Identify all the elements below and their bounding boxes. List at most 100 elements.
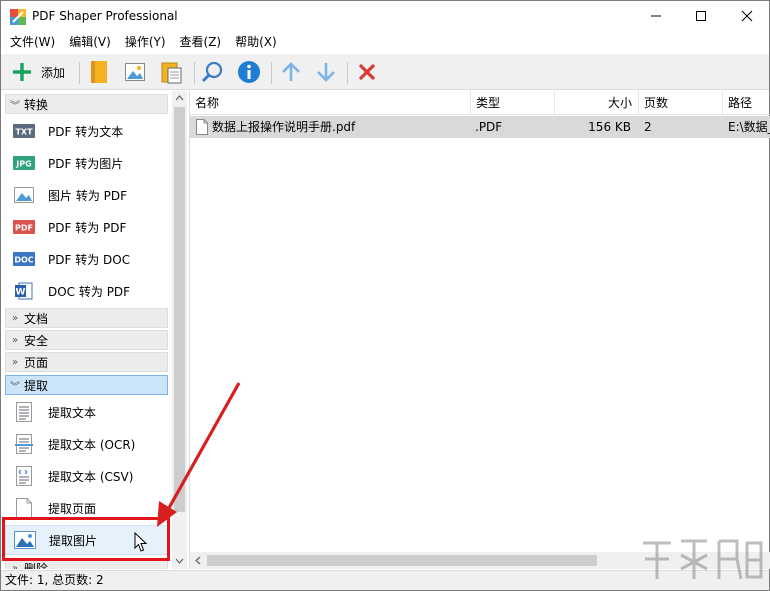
move-up-button[interactable] — [280, 59, 302, 85]
column-header-size[interactable]: 大小 — [555, 91, 639, 115]
annotation-arrow — [157, 382, 241, 527]
file-pages: 2 — [644, 120, 652, 134]
section-label: 页面 — [24, 355, 49, 370]
menu-file[interactable]: 文件(W) — [3, 32, 62, 52]
paste-button[interactable] — [161, 59, 183, 85]
section-label: 文档 — [24, 311, 49, 326]
section-pages[interactable]: » 页面 — [5, 352, 168, 372]
plus-icon — [13, 63, 31, 81]
maximize-icon — [696, 11, 706, 21]
sidebar-item-label: PDF 转为文本 — [48, 124, 124, 139]
doc-icon: DOC — [13, 250, 35, 268]
chevron-down-icon: ︾ — [10, 100, 20, 112]
sidebar-item-label: 提取文本 (OCR) — [48, 437, 136, 452]
info-button[interactable] — [237, 59, 261, 85]
move-down-button[interactable] — [315, 59, 337, 85]
bookmark-button[interactable] — [89, 59, 109, 85]
file-path: E:\数据_ — [728, 120, 770, 134]
sidebar-item-pdf-to-image[interactable]: JPG PDF 转为图片 — [5, 148, 168, 178]
sidebar-item-doc-to-pdf[interactable]: W DOC 转为 PDF — [5, 276, 168, 306]
section-label: 提取 — [24, 378, 49, 393]
maximize-button[interactable] — [678, 1, 724, 31]
sidebar-item-pdf-to-text[interactable]: TXT PDF 转为文本 — [5, 116, 168, 146]
svg-text:TXT: TXT — [15, 128, 33, 137]
sidebar-item-image-to-pdf[interactable]: 图片 转为 PDF — [5, 180, 168, 210]
status-text: 文件: 1, 总页数: 2 — [5, 573, 104, 587]
table-row[interactable]: 数据上报操作说明手册.pdf .PDF 156 KB 2 E:\数据_ — [190, 116, 770, 138]
sidebar-item-label: DOC 转为 PDF — [48, 284, 131, 299]
highlight-box — [2, 517, 170, 561]
toolbar-separator — [194, 62, 195, 84]
sidebar-item-label: 提取文本 (CSV) — [48, 469, 134, 484]
sidebar-item-label: PDF 转为 PDF — [48, 220, 127, 235]
arrow-up-icon — [282, 62, 300, 81]
sidebar-item-extract-text[interactable]: 提取文本 — [5, 397, 168, 427]
column-header-path[interactable]: 路径 — [723, 91, 770, 115]
sidebar-item-label: 图片 转为 PDF — [48, 188, 128, 203]
csv-icon — [13, 466, 35, 486]
chevron-right-icon: » — [11, 562, 19, 570]
menu-help[interactable]: 帮助(X) — [228, 32, 284, 52]
chevron-right-icon: » — [11, 312, 19, 324]
table-header: 名称 类型 大小 页数 路径 — [190, 91, 770, 115]
txt-icon: TXT — [13, 122, 35, 140]
file-list-scroll-thumb[interactable] — [207, 555, 597, 566]
column-header-pages[interactable]: 页数 — [639, 91, 723, 115]
image-icon — [13, 186, 35, 204]
file-size: 156 KB — [588, 120, 631, 134]
delete-button[interactable] — [357, 59, 377, 85]
sidebar-item-pdf-to-doc[interactable]: DOC PDF 转为 DOC — [5, 244, 168, 274]
close-button[interactable] — [724, 1, 770, 31]
svg-text:W: W — [16, 288, 26, 298]
sidebar-item-pdf-to-pdf[interactable]: PDF PDF 转为 PDF — [5, 212, 168, 242]
page-icon — [13, 498, 35, 518]
minimize-button[interactable] — [633, 1, 679, 31]
image-icon — [125, 63, 145, 81]
delete-icon — [358, 63, 376, 81]
sidebar-item-label: PDF 转为 DOC — [48, 252, 131, 267]
scroll-down-icon — [175, 558, 184, 564]
section-extract[interactable]: ︾ 提取 — [5, 375, 168, 395]
toolbar-separator — [271, 62, 272, 84]
section-label: 转换 — [24, 97, 49, 112]
word-icon: W — [13, 282, 35, 300]
bookmark-icon — [91, 61, 107, 83]
image-button[interactable] — [124, 59, 146, 85]
info-icon — [238, 61, 260, 83]
sidebar-item-label: PDF 转为图片 — [48, 156, 124, 171]
section-security[interactable]: » 安全 — [5, 330, 168, 350]
section-label: 安全 — [24, 333, 49, 348]
menu-edit[interactable]: 编辑(V) — [62, 32, 118, 52]
menu-view[interactable]: 查看(Z) — [173, 32, 229, 52]
search-icon — [201, 61, 223, 83]
column-header-name[interactable]: 名称 — [190, 91, 471, 115]
search-button[interactable] — [201, 59, 225, 85]
file-icon — [196, 119, 208, 135]
add-button[interactable]: 添加 — [11, 59, 65, 85]
sidebar-item-label: 提取文本 — [48, 405, 97, 420]
section-document[interactable]: » 文档 — [5, 308, 168, 328]
chevron-down-icon: ︾ — [10, 381, 20, 393]
ocr-icon — [13, 434, 35, 454]
scroll-left-icon — [195, 556, 201, 565]
file-type: .PDF — [475, 120, 503, 134]
sidebar-item-extract-text-csv[interactable]: 提取文本 (CSV) — [5, 461, 168, 491]
sidebar-item-extract-text-ocr[interactable]: 提取文本 (OCR) — [5, 429, 168, 459]
add-label: 添加 — [41, 65, 66, 80]
toolbar-separator — [347, 62, 348, 84]
svg-text:JPG: JPG — [15, 160, 31, 169]
svg-text:PDF: PDF — [15, 224, 33, 233]
arrow-down-icon — [317, 63, 335, 82]
section-convert[interactable]: ︾ 转换 — [5, 94, 168, 114]
menu-action[interactable]: 操作(Y) — [118, 32, 173, 52]
chevron-right-icon: » — [11, 356, 19, 368]
pdf-icon: PDF — [13, 218, 35, 236]
title-bar: PDF Shaper Professional — [1, 1, 769, 32]
jpg-icon: JPG — [13, 154, 35, 172]
file-name: 数据上报操作说明手册.pdf — [212, 120, 356, 134]
toolbar-separator — [79, 62, 80, 84]
app-window: PDF Shaper Professional 文件(W) 编辑(V) 操作(Y… — [0, 0, 770, 591]
file-list: 名称 类型 大小 页数 路径 数据上报操作说明手册.pdf .PDF 156 K… — [189, 91, 770, 569]
column-header-type[interactable]: 类型 — [471, 91, 555, 115]
chevron-right-icon: » — [11, 334, 19, 346]
